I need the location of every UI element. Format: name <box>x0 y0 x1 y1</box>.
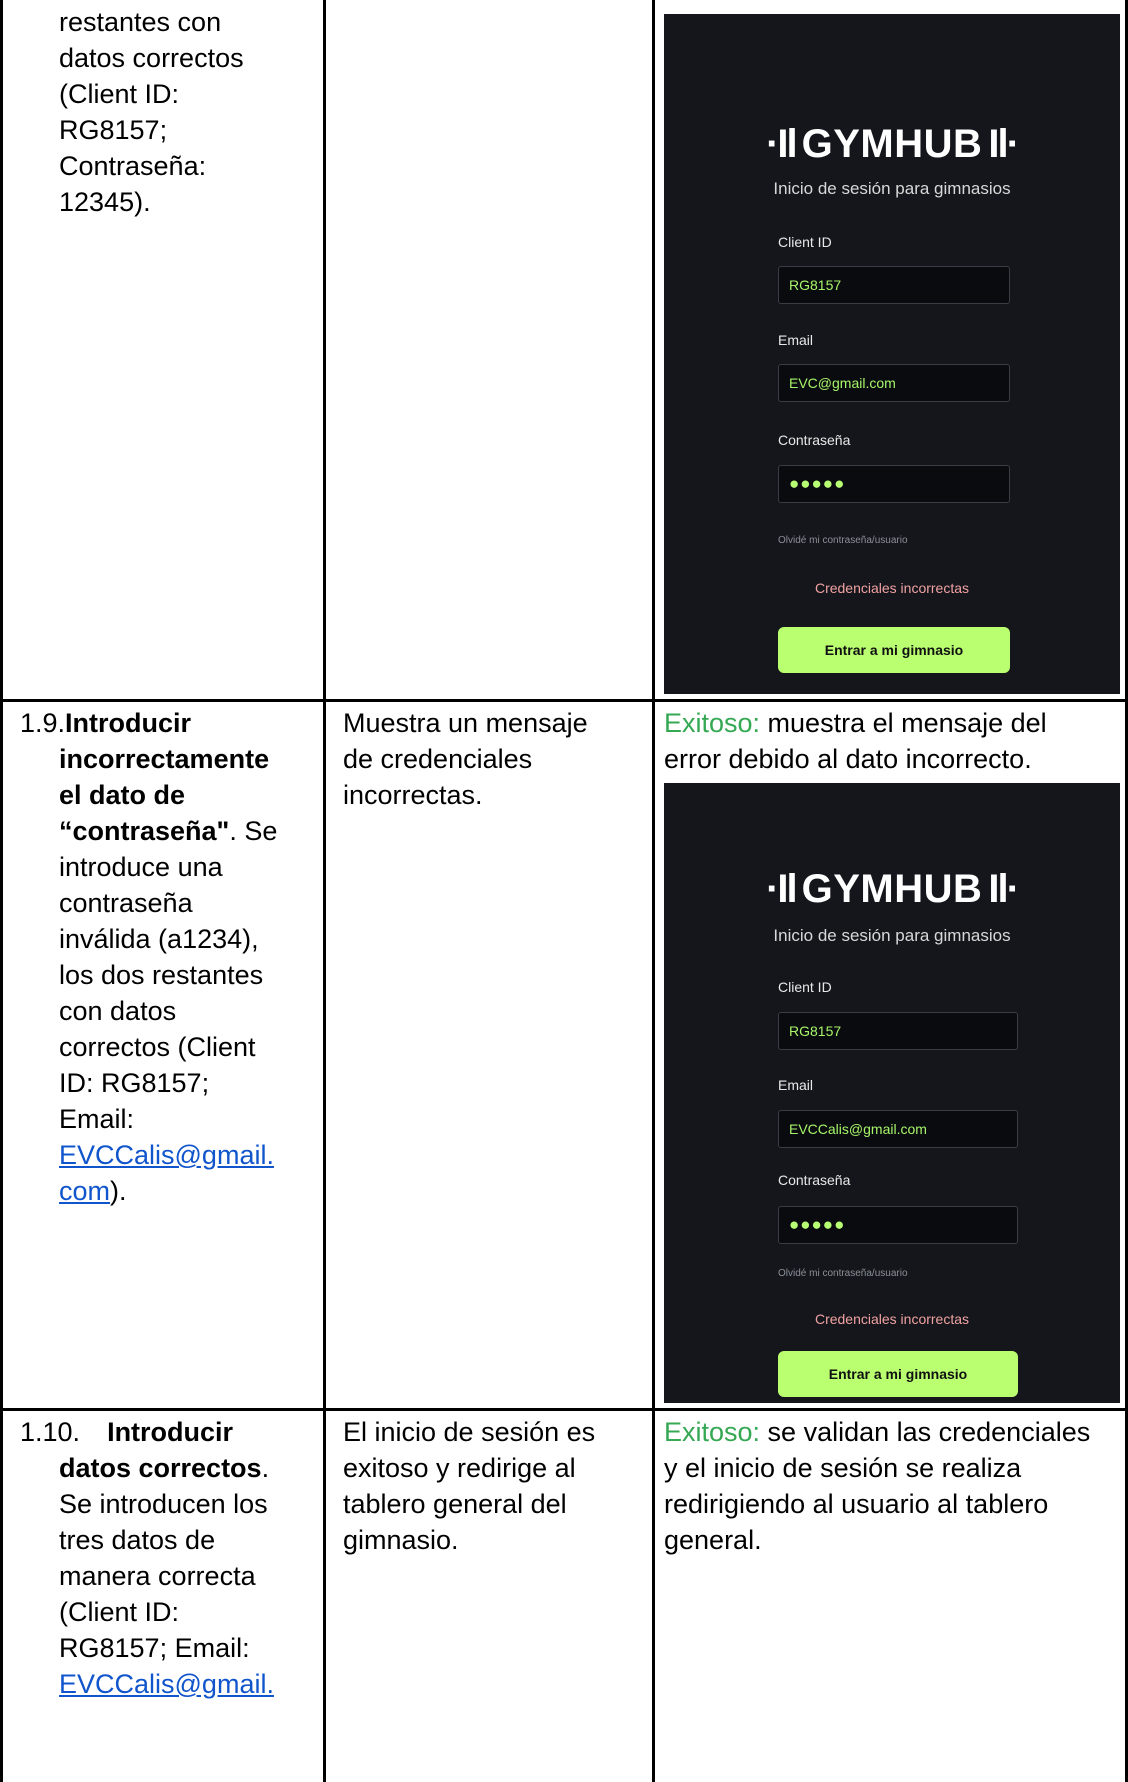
client-id-label: Client ID <box>778 234 832 250</box>
actual-result: Exitoso: se validan las credenciales y e… <box>664 1417 1091 1555</box>
error-message: Credenciales incorrectas <box>814 580 970 596</box>
client-id-label: Client ID <box>778 979 832 995</box>
step-description: 1.10. Introducir datos correctos. Se intr… <box>20 1417 274 1699</box>
email-label: Email <box>778 332 814 348</box>
step-number: 1.10. <box>20 1417 81 1447</box>
result-cell: ·Il GYMHUB Il· Inicio de sesión para gimna… <box>654 0 1128 700</box>
enter-gym-button[interactable]: Entrar a mi gimnasio <box>778 1351 1018 1397</box>
document-page: restantes con datos correctos (Client ID… <box>0 0 1128 1782</box>
table-border <box>323 0 326 1782</box>
client-id-input[interactable]: RG8157 <box>778 266 1010 304</box>
table-border <box>0 699 1128 702</box>
expected-result: Muestra un mensaje de credenciales incor… <box>343 708 588 810</box>
email-label: Email <box>778 1077 814 1093</box>
password-input[interactable]: ●●●●● <box>778 1206 1018 1244</box>
table-row: restantes con datos correctos (Client ID… <box>0 0 1128 700</box>
status-badge: Exitoso: <box>664 708 761 738</box>
table-border <box>0 1408 1128 1411</box>
password-label: Contraseña <box>778 432 851 448</box>
table-border <box>0 0 3 1782</box>
table-row: 1.10. Introducir datos correctos. Se intr… <box>0 1410 1128 1782</box>
gymhub-logo: ·Il GYMHUB Il· <box>766 122 1020 166</box>
email-link[interactable]: EVCCalis@gmail. <box>59 1669 274 1699</box>
result-cell: Exitoso: se validan las credenciales y e… <box>654 1410 1128 1782</box>
expected-cell <box>325 0 654 700</box>
result-cell: Exitoso: muestra el mensaje del error de… <box>654 701 1128 1409</box>
step-cell: 1.9.Introducir incorrectamente el dato d… <box>0 701 325 1409</box>
login-screenshot: ·Il GYMHUB Il· Inicio de sesión para gimna… <box>664 14 1120 694</box>
email-link[interactable]: EVCCalis@gmail. <box>59 1140 274 1170</box>
error-message: Credenciales incorrectas <box>814 1311 970 1327</box>
login-subtitle: Inicio de sesión para gimnasios <box>773 179 1011 198</box>
step-description: 1.9.Introducir incorrectamente el dato d… <box>20 708 278 1206</box>
table-border <box>652 0 655 1782</box>
password-label: Contraseña <box>778 1172 851 1188</box>
enter-gym-button[interactable]: Entrar a mi gimnasio <box>778 627 1010 673</box>
client-id-input[interactable]: RG8157 <box>778 1012 1018 1050</box>
email-input[interactable]: EVC@gmail.com <box>778 364 1010 402</box>
login-screenshot: ·Il GYMHUB Il· Inicio de sesión para gimna… <box>664 783 1120 1403</box>
expected-cell: El inicio de sesión es exitoso y redirig… <box>325 1410 654 1782</box>
gymhub-logo: ·Il GYMHUB Il· <box>766 867 1020 911</box>
expected-result: El inicio de sesión es exitoso y redirig… <box>343 1417 596 1555</box>
table-row: 1.9.Introducir incorrectamente el dato d… <box>0 701 1128 1409</box>
actual-result: Exitoso: muestra el mensaje del error de… <box>664 708 1047 774</box>
step-number: 1.9. <box>20 708 66 738</box>
step-description: restantes con datos correctos (Client ID… <box>59 7 244 217</box>
forgot-password-link[interactable]: Olvidé mi contraseña/usuario <box>778 1268 908 1279</box>
email-input[interactable]: EVCCalis@gmail.com <box>778 1110 1018 1148</box>
step-cell: 1.10. Introducir datos correctos. Se intr… <box>0 1410 325 1782</box>
step-cell: restantes con datos correctos (Client ID… <box>0 0 325 700</box>
email-link-continued[interactable]: com <box>59 1176 110 1206</box>
password-input[interactable]: ●●●●● <box>778 465 1010 503</box>
forgot-password-link[interactable]: Olvidé mi contraseña/usuario <box>778 535 908 546</box>
login-subtitle: Inicio de sesión para gimnasios <box>773 926 1011 945</box>
expected-cell: Muestra un mensaje de credenciales incor… <box>325 701 654 1409</box>
status-badge: Exitoso: <box>664 1417 761 1447</box>
